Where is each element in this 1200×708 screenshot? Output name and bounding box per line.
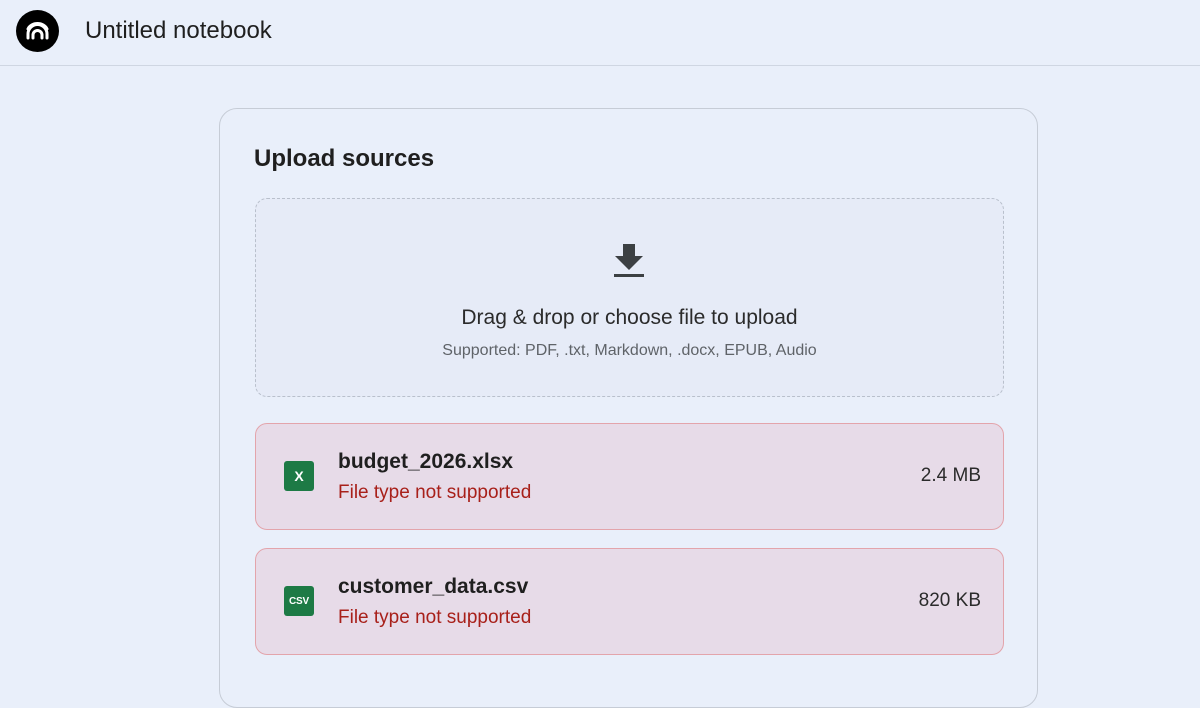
- csv-file-icon: CSV: [284, 586, 314, 616]
- notebook-logo-icon[interactable]: [16, 10, 59, 52]
- file-item[interactable]: X budget_2026.xlsx File type not support…: [255, 423, 1004, 530]
- file-size: 2.4 MB: [920, 465, 981, 486]
- file-item[interactable]: CSV customer_data.csv File type not supp…: [255, 548, 1004, 655]
- file-error-message: File type not supported: [338, 482, 532, 503]
- file-name: customer_data.csv: [338, 575, 529, 598]
- file-name: budget_2026.xlsx: [338, 450, 514, 473]
- dropzone-instruction: Drag & drop or choose file to upload: [461, 306, 798, 329]
- file-dropzone[interactable]: Drag & drop or choose file to upload Sup…: [255, 198, 1004, 397]
- supported-formats: Supported: PDF, .txt, Markdown, .docx, E…: [442, 342, 817, 359]
- upload-sources-panel: Upload sources Drag & drop or choose fil…: [219, 108, 1038, 708]
- file-size: 820 KB: [918, 590, 981, 611]
- download-arrow-icon: [614, 244, 644, 277]
- file-error-message: File type not supported: [338, 607, 532, 628]
- panel-title: Upload sources: [254, 145, 435, 172]
- notebook-title[interactable]: Untitled notebook: [85, 16, 272, 46]
- excel-file-icon: X: [284, 461, 314, 491]
- top-bar: Untitled notebook: [0, 0, 1200, 66]
